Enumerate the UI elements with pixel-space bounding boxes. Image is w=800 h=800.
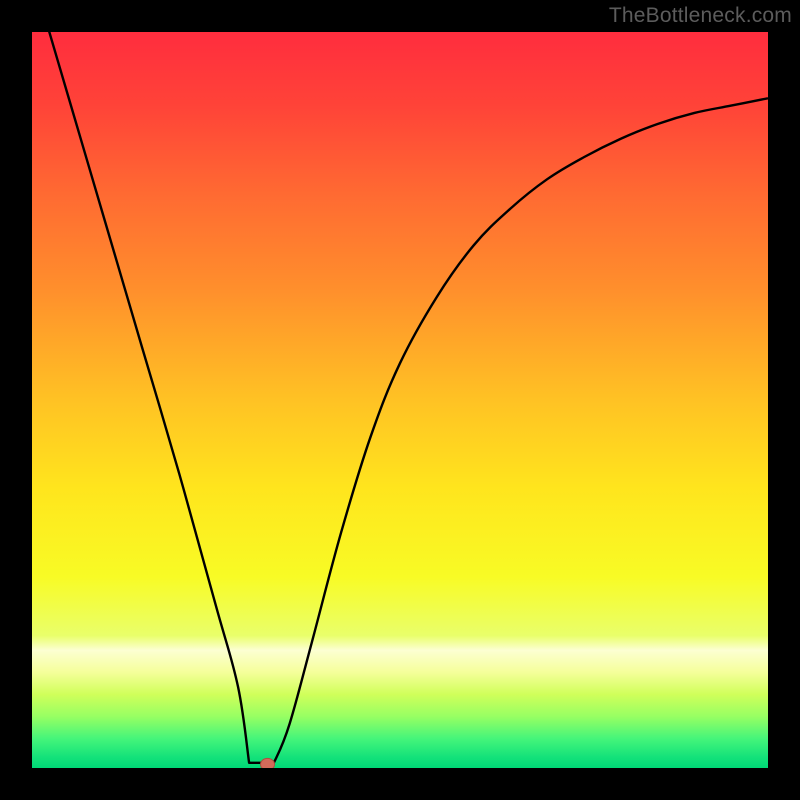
gradient-background [32, 32, 768, 768]
plot-area [32, 32, 768, 768]
optimum-marker [261, 758, 275, 768]
watermark-text: TheBottleneck.com [609, 4, 792, 28]
chart-frame: TheBottleneck.com [0, 0, 800, 800]
plot-svg [32, 32, 768, 768]
